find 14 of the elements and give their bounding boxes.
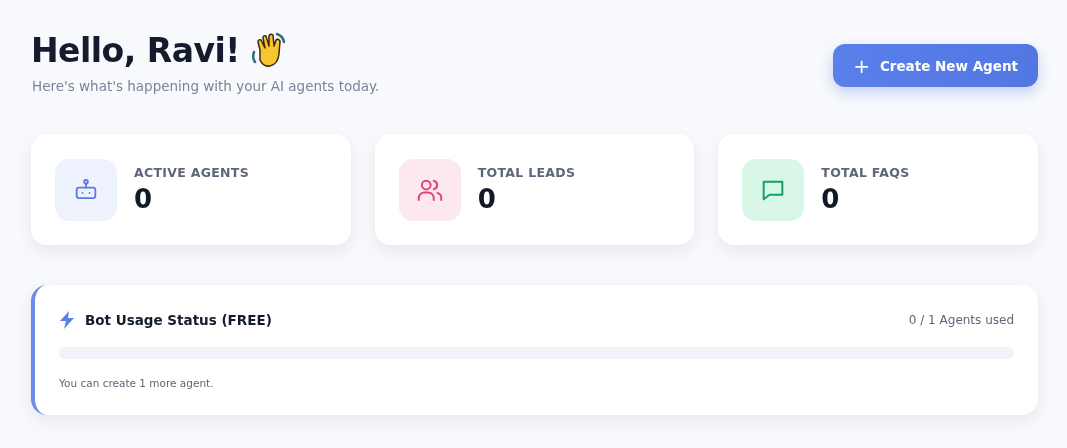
usage-note: You can create 1 more agent. bbox=[59, 377, 215, 389]
greeting-title: Hello, Ravi! bbox=[31, 30, 240, 70]
stat-label: TOTAL FAQS bbox=[821, 165, 910, 180]
stat-value: 0 bbox=[477, 184, 497, 214]
usage-reading: 0 / 1 Agents used bbox=[908, 313, 1014, 327]
stat-label: ACTIVE AGENTS bbox=[134, 165, 249, 180]
usage-title: Bot Usage Status (FREE) bbox=[85, 312, 272, 328]
lightning-icon bbox=[59, 311, 75, 329]
greeting-subtitle: Here's what's happening with your AI agents today. bbox=[32, 78, 380, 94]
create-agent-button[interactable]: + Create New Agent bbox=[833, 44, 1038, 87]
waving-hand-icon bbox=[249, 30, 288, 70]
stat-value: 0 bbox=[821, 184, 841, 214]
stat-label: TOTAL LEADS bbox=[477, 165, 576, 180]
stat-value: 0 bbox=[134, 184, 154, 214]
